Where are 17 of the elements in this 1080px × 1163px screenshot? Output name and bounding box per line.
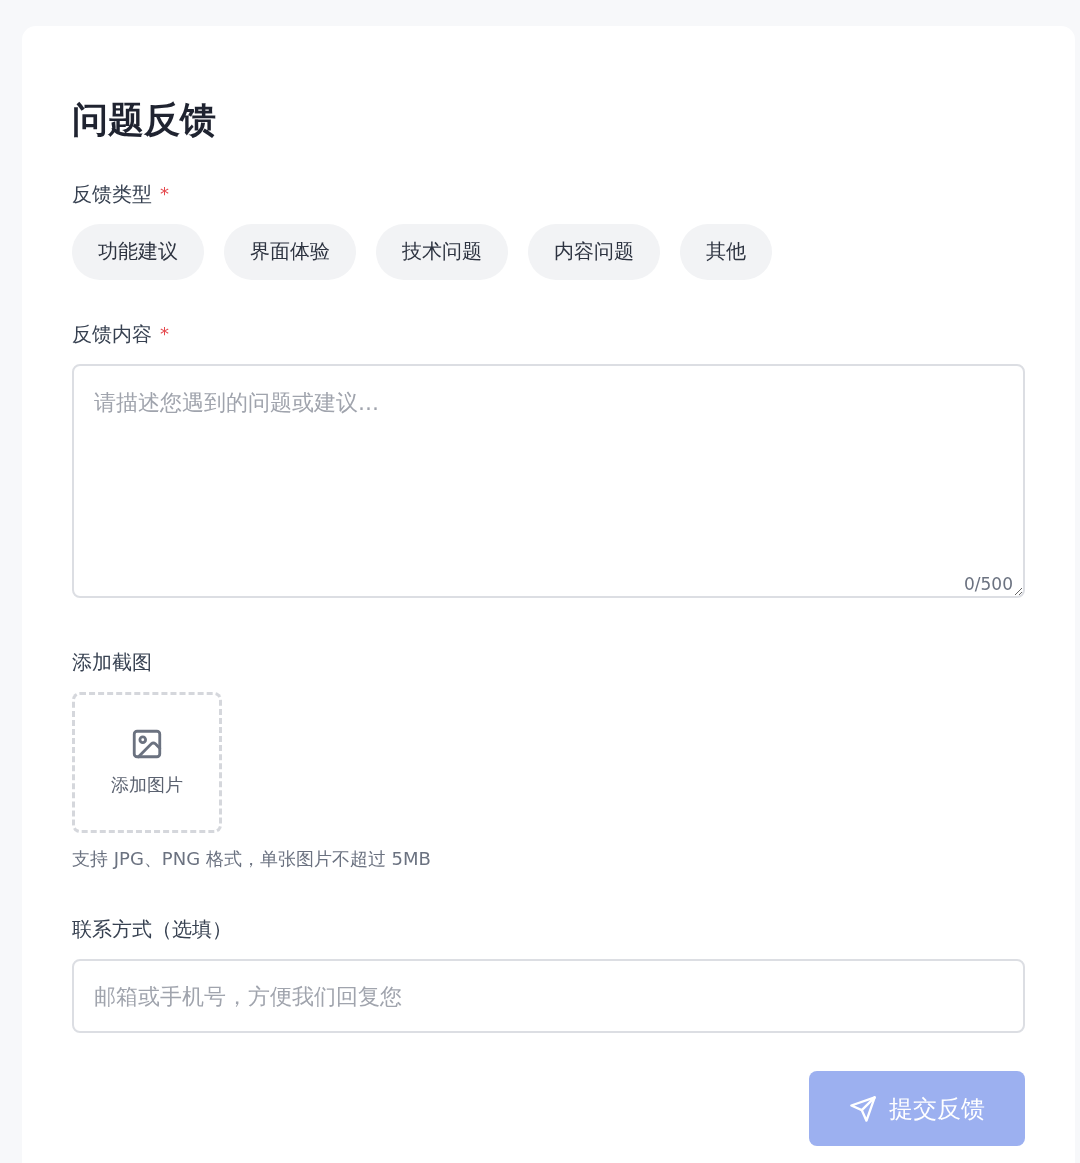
required-mark: * xyxy=(160,323,169,344)
type-chip[interactable]: 内容问题 xyxy=(528,223,660,280)
required-mark: * xyxy=(160,183,169,204)
upload-hint: 支持 JPG、PNG 格式，单张图片不超过 5MB xyxy=(72,847,432,872)
page-title: 问题反馈 xyxy=(72,100,217,140)
upload-button[interactable]: 添加图片 xyxy=(72,691,222,834)
send-icon xyxy=(849,1094,877,1123)
field-label: 反馈内容 xyxy=(72,320,152,348)
type-chip[interactable]: 其他 xyxy=(680,223,772,280)
contact-input[interactable]: 邮箱或手机号，方便我们回复您 xyxy=(72,959,1025,1033)
field-label: 反馈类型 xyxy=(72,180,152,208)
field-label: 联系方式（选填） xyxy=(72,916,232,944)
type-chip[interactable]: 界面体验 xyxy=(224,223,356,280)
type-chip[interactable]: 功能建议 xyxy=(72,223,204,280)
field-label: 添加截图 xyxy=(72,648,152,676)
character-counter: 0/500 xyxy=(964,573,1013,594)
type-chip[interactable]: 技术问题 xyxy=(376,223,508,280)
